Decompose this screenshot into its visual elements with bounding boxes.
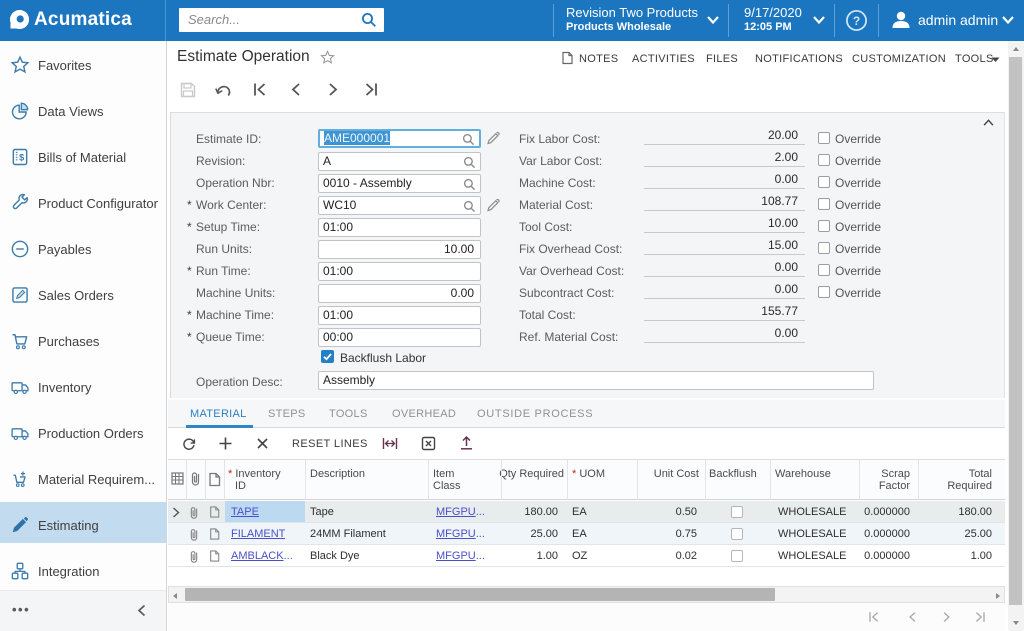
- svg-text:?: ?: [853, 14, 860, 28]
- svg-text:$: $: [19, 152, 24, 162]
